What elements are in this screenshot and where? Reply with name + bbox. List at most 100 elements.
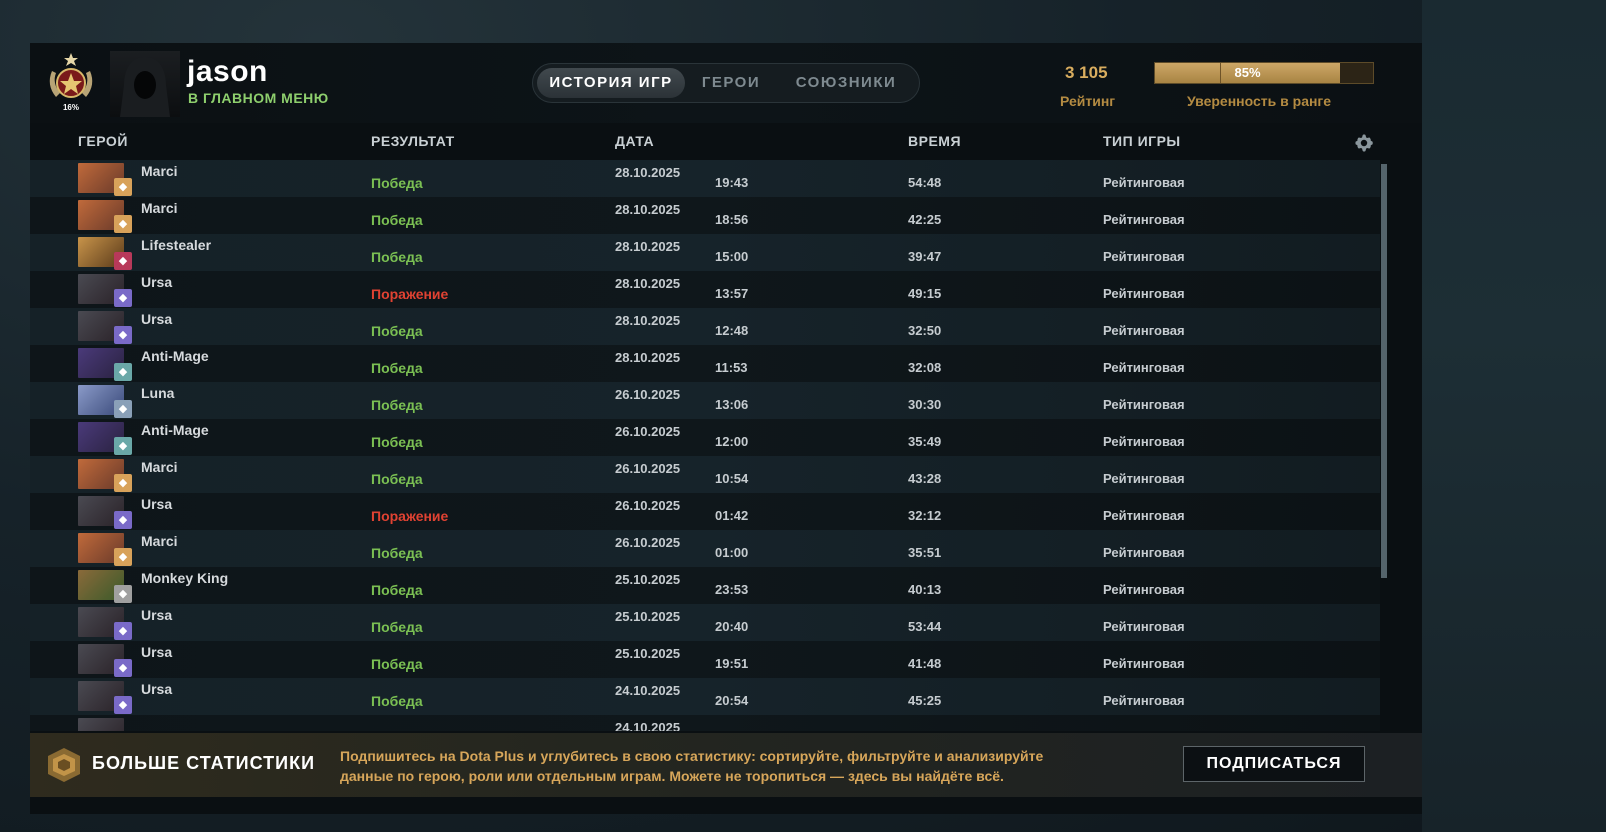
- match-date: 26.10.2025: [615, 461, 681, 476]
- match-time: 11:53: [715, 360, 748, 375]
- tab-allies[interactable]: СОЮЗНИКИ: [781, 68, 911, 98]
- match-game-type: Рейтинговая: [1103, 545, 1185, 560]
- match-time: 18:56: [715, 212, 749, 227]
- dota-plus-banner: БОЛЬШЕ СТАТИСТИКИ Подпишитесь на Dota Pl…: [30, 733, 1422, 797]
- scrollbar[interactable]: [1381, 164, 1387, 578]
- tab-heroes[interactable]: ГЕРОИ: [689, 68, 773, 98]
- tab-match-history[interactable]: ИСТОРИЯ ИГР: [537, 68, 685, 98]
- match-game-type: Рейтинговая: [1103, 249, 1185, 264]
- table-row[interactable]: ◆ Luna Победа 26.10.2025 13:06 30:30 Рейтингов…: [30, 382, 1380, 419]
- table-row[interactable]: ◆ Marci Победа 28.10.2025 18:56 42:25 Рейтинго…: [30, 197, 1380, 234]
- match-date: 24.10.2025: [615, 720, 681, 731]
- column-header-date[interactable]: ДАТА: [615, 133, 654, 149]
- table-row[interactable]: ◆24.10.2025: [30, 715, 1380, 731]
- match-duration: 39:47: [908, 249, 942, 264]
- match-hero-name: Lifestealer: [141, 237, 212, 253]
- match-game-type: Рейтинговая: [1103, 434, 1185, 449]
- role-badge-icon: ◆: [114, 474, 132, 492]
- match-game-type: Рейтинговая: [1103, 323, 1185, 338]
- table-row[interactable]: ◆ Anti-Mage Победа 26.10.2025 12:00 35:49 Рейт…: [30, 419, 1380, 456]
- match-game-type: Рейтинговая: [1103, 582, 1185, 597]
- match-time: 13:06: [715, 397, 749, 412]
- table-row[interactable]: ◆ Marci Победа 26.10.2025 01:00 35:51 Рейтинго…: [30, 530, 1380, 567]
- table-row[interactable]: ◆ Anti-Mage Победа 28.10.2025 11:53 32:08 Рейт…: [30, 345, 1380, 382]
- match-duration: 35:51: [908, 545, 942, 560]
- match-result: Победа: [371, 212, 423, 228]
- match-date: 25.10.2025: [615, 609, 681, 624]
- match-time: 01:42: [715, 508, 749, 523]
- profile-header: 16% jason В ГЛАВНОМ МЕНЮ ИСТОРИЯ ИГР ГЕР…: [30, 43, 1422, 123]
- rank-percent: 16%: [63, 103, 79, 112]
- role-badge-icon: ◆: [114, 585, 132, 603]
- match-result: Победа: [371, 434, 423, 450]
- role-badge-icon: ◆: [114, 659, 132, 677]
- match-hero-name: Monkey King: [141, 570, 229, 586]
- match-time: 10:54: [715, 471, 749, 486]
- match-date: 28.10.2025: [615, 165, 681, 180]
- tab-bar: ИСТОРИЯ ИГР ГЕРОИ СОЮЗНИКИ: [532, 63, 920, 103]
- column-header-time[interactable]: ВРЕМЯ: [908, 133, 961, 149]
- subscribe-button[interactable]: ПОДПИСАТЬСЯ: [1183, 746, 1365, 782]
- match-duration: 32:08: [908, 360, 942, 375]
- match-duration: 49:15: [908, 286, 942, 301]
- role-badge-icon: ◆: [114, 622, 132, 640]
- rating-label: Рейтинг: [1060, 93, 1116, 109]
- table-row[interactable]: ◆ Marci Победа 28.10.2025 19:43 54:48 Рейтинго…: [30, 160, 1380, 197]
- column-header-result[interactable]: РЕЗУЛЬТАТ: [371, 133, 455, 149]
- match-game-type: Рейтинговая: [1103, 212, 1185, 227]
- match-game-type: Рейтинговая: [1103, 360, 1185, 375]
- match-result: Поражение: [371, 286, 449, 302]
- match-date: 25.10.2025: [615, 646, 681, 661]
- rank-confidence-text: 85%: [1234, 65, 1261, 80]
- match-hero-name: Ursa: [141, 496, 173, 512]
- table-row[interactable]: ◆ Marci Победа 26.10.2025 10:54 43:28 Рейтинго…: [30, 456, 1380, 493]
- match-time: 12:00: [715, 434, 749, 449]
- match-duration: 32:12: [908, 508, 942, 523]
- table-row[interactable]: ◆ Ursa Победа 25.10.2025 20:40 53:44 Рейтингов…: [30, 604, 1380, 641]
- match-result: Победа: [371, 471, 423, 487]
- role-badge-icon: ◆: [114, 363, 132, 381]
- match-duration: 45:25: [908, 693, 942, 708]
- match-time: 13:57: [715, 286, 749, 301]
- match-duration: 42:25: [908, 212, 942, 227]
- match-duration: 41:48: [908, 656, 942, 671]
- match-date: 26.10.2025: [615, 498, 681, 513]
- banner-title: БОЛЬШЕ СТАТИСТИКИ: [92, 753, 316, 773]
- table-row[interactable]: ◆ Lifestealer Победа 28.10.2025 15:00 39:47 Ре…: [30, 234, 1380, 271]
- match-game-type: Рейтинговая: [1103, 286, 1185, 301]
- hooded-figure-icon: [120, 57, 170, 117]
- banner-text-line-1: Подпишитесь на Dota Plus и углубитесь в …: [340, 748, 1044, 764]
- match-duration: 35:49: [908, 434, 942, 449]
- role-badge-icon: ◆: [114, 400, 132, 418]
- player-status: В ГЛАВНОМ МЕНЮ: [188, 90, 329, 106]
- role-badge-icon: ◆: [114, 326, 132, 344]
- table-row[interactable]: ◆ Ursa Победа 28.10.2025 12:48 32:50 Рейтингов…: [30, 308, 1380, 345]
- match-time: 23:53: [715, 582, 749, 597]
- match-duration: 32:50: [908, 323, 942, 338]
- match-date: 28.10.2025: [615, 313, 681, 328]
- match-result: Победа: [371, 693, 423, 709]
- table-row[interactable]: ◆ Ursa Победа 25.10.2025 19:51 41:48 Рейтингов…: [30, 641, 1380, 678]
- match-duration: 53:44: [908, 619, 942, 634]
- column-header-hero[interactable]: ГЕРОЙ: [78, 133, 128, 149]
- match-hero-name: Anti-Mage: [141, 348, 209, 364]
- table-row[interactable]: ◆ Ursa Поражение 26.10.2025 01:42 32:12 Рейтин…: [30, 493, 1380, 530]
- match-result: Поражение: [371, 508, 449, 524]
- match-hero-name: Anti-Mage: [141, 422, 209, 438]
- table-row[interactable]: ◆ Ursa Победа 24.10.2025 20:54 45:25 Рейтингов…: [30, 678, 1380, 715]
- match-hero-name: Marci: [141, 200, 178, 216]
- table-row[interactable]: ◆ Monkey King Победа 25.10.2025 23:53 40:13 Ре…: [30, 567, 1380, 604]
- match-result: Победа: [371, 360, 423, 376]
- match-game-type: Рейтинговая: [1103, 619, 1185, 634]
- gear-icon[interactable]: [1353, 132, 1375, 154]
- match-time: 20:40: [715, 619, 749, 634]
- match-time: 01:00: [715, 545, 749, 560]
- match-time: 20:54: [715, 693, 749, 708]
- table-row[interactable]: ◆ Ursa Поражение 28.10.2025 13:57 49:15 Рейтин…: [30, 271, 1380, 308]
- column-header-game-type[interactable]: ТИП ИГРЫ: [1103, 133, 1181, 149]
- match-result: Победа: [371, 656, 423, 672]
- avatar[interactable]: [110, 51, 180, 117]
- match-time: 12:48: [715, 323, 749, 338]
- match-hero-name: Marci: [141, 163, 178, 179]
- role-badge-icon: ◆: [114, 215, 132, 233]
